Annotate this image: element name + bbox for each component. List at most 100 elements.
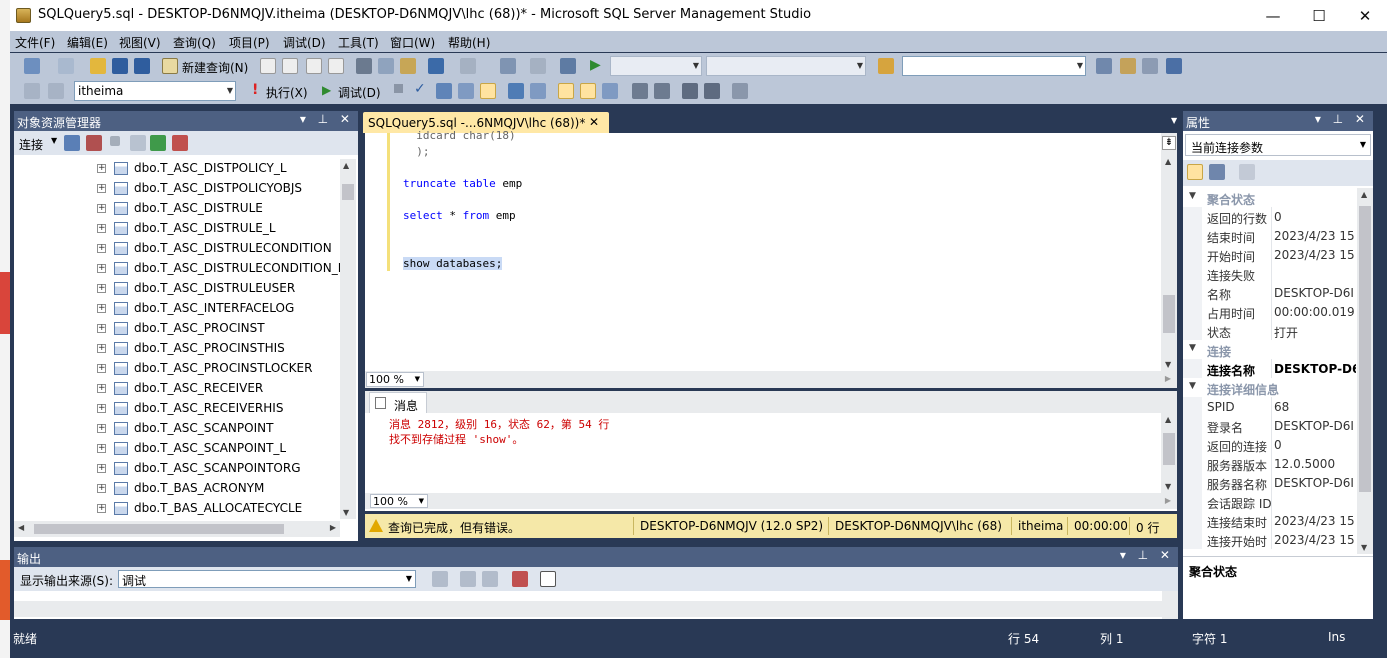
database-select[interactable]: itheima ▼	[74, 81, 236, 101]
expand-icon[interactable]: +	[97, 244, 106, 253]
solution-platform-select[interactable]: ▼	[706, 56, 866, 76]
debug-icon[interactable]: ▶	[322, 83, 331, 97]
chevron-down-icon[interactable]: ▼	[51, 136, 57, 145]
tree-node-table[interactable]: + dbo.T_ASC_DISTRULECONDITION	[14, 239, 340, 259]
property-row[interactable]: 返回的行数 0	[1183, 207, 1357, 226]
messages-scroll-thumb[interactable]	[1163, 433, 1175, 465]
debug-button[interactable]: 调试(D)	[338, 84, 381, 101]
tree-node-table[interactable]: + dbo.T_ASC_DISTRULECONDITION_L	[14, 259, 340, 279]
property-row[interactable]: 占用时间 00:00:00.019	[1183, 302, 1357, 321]
include-plan-icon[interactable]	[508, 83, 524, 99]
stop-icon[interactable]	[110, 136, 120, 146]
tree-node-table[interactable]: + dbo.T_ASC_SCANPOINT	[14, 419, 340, 439]
scroll-down-icon[interactable]: ▼	[343, 508, 349, 517]
expand-icon[interactable]: +	[97, 204, 106, 213]
property-category[interactable]: ▼ 连接	[1183, 340, 1357, 359]
parse-icon[interactable]: ✓	[414, 81, 426, 97]
disconnect-icon[interactable]	[86, 135, 102, 151]
tree-node-table[interactable]: + dbo.T_ASC_SCANPOINTORG	[14, 459, 340, 479]
property-category[interactable]: ▼ 连接详细信息	[1183, 378, 1357, 397]
property-row[interactable]: 开始时间 2023/4/23 15	[1183, 245, 1357, 264]
property-row[interactable]: 服务器版本 12.0.5000	[1183, 454, 1357, 473]
scroll-right-icon[interactable]: ▶	[1165, 496, 1171, 505]
expand-icon[interactable]: +	[97, 184, 106, 193]
property-row[interactable]: 状态 打开	[1183, 321, 1357, 340]
results-to-grid-icon[interactable]	[558, 83, 574, 99]
tree-node-table[interactable]: + dbo.T_ASC_DISTRULEUSER	[14, 279, 340, 299]
expand-icon[interactable]: +	[97, 284, 106, 293]
chevron-down-icon[interactable]: ▼	[1360, 140, 1366, 149]
menu-debug[interactable]: 调试(D)	[283, 34, 326, 51]
query-designer-icon[interactable]	[458, 83, 474, 99]
increase-indent-icon[interactable]	[704, 83, 720, 99]
expand-icon[interactable]: +	[97, 424, 106, 433]
tree-vscrollbar[interactable]: ▲ ▼	[340, 159, 356, 519]
messages-tab[interactable]: 消息	[369, 392, 427, 413]
expand-icon[interactable]: +	[97, 344, 106, 353]
collapse-icon[interactable]: ▼	[1189, 191, 1196, 201]
tree-node-table[interactable]: + dbo.T_ASC_DISTRULE	[14, 199, 340, 219]
expand-icon[interactable]: +	[97, 444, 106, 453]
alphabetical-icon[interactable]	[1209, 164, 1225, 180]
clear-all-icon[interactable]	[512, 571, 528, 587]
uncomment-icon[interactable]	[654, 83, 670, 99]
analysis-query-icon[interactable]	[282, 58, 298, 74]
scroll-down-icon[interactable]: ▼	[1361, 543, 1367, 552]
expand-icon[interactable]: +	[97, 484, 106, 493]
navigate-forward-icon[interactable]	[530, 58, 546, 74]
tree-node-table[interactable]: + dbo.T_ASC_DISTPOLICYOBJS	[14, 179, 340, 199]
expand-icon[interactable]: +	[97, 384, 106, 393]
menu-file[interactable]: 文件(F)	[15, 34, 55, 51]
editor-vscrollbar[interactable]: ⇟ ▲ ▼	[1161, 133, 1177, 371]
cancel-query-icon[interactable]	[394, 84, 403, 93]
chevron-down-icon[interactable]: ▼	[406, 574, 412, 583]
find-input[interactable]: ▼	[902, 56, 1086, 76]
expand-icon[interactable]: +	[97, 364, 106, 373]
properties-vscrollbar[interactable]: ▲ ▼	[1357, 188, 1373, 554]
expand-icon[interactable]: +	[97, 404, 106, 413]
undo-icon[interactable]	[428, 58, 444, 74]
tree-node-table[interactable]: + dbo.T_ASC_RECEIVERHIS	[14, 399, 340, 419]
tree-node-table[interactable]: + dbo.T_ASC_PROCINSTLOCKER	[14, 359, 340, 379]
editor-zoom-select[interactable]: 100 % ▼	[366, 372, 424, 387]
add-item-icon[interactable]	[58, 58, 74, 74]
registered-servers-icon[interactable]	[1096, 58, 1112, 74]
connect-icon[interactable]	[24, 83, 40, 99]
results-to-file-icon[interactable]	[580, 83, 596, 99]
property-category[interactable]: ▼ 聚合状态	[1183, 188, 1357, 207]
scroll-right-icon[interactable]: ▶	[330, 523, 336, 532]
panel-pin-close[interactable]: ▾ ⊥ ✕	[1315, 112, 1369, 126]
find-message-icon[interactable]	[432, 571, 448, 587]
split-icon[interactable]: ⇟	[1162, 136, 1176, 150]
mdx-query-icon[interactable]	[306, 58, 322, 74]
cut-icon[interactable]	[356, 58, 372, 74]
next-message-icon[interactable]	[482, 571, 498, 587]
property-row[interactable]: 会话跟踪 ID	[1183, 492, 1357, 511]
toolbox-icon[interactable]	[1166, 58, 1182, 74]
redo-icon[interactable]	[460, 58, 476, 74]
open-file-icon[interactable]	[90, 58, 106, 74]
client-stats-icon[interactable]	[530, 83, 546, 99]
expand-icon[interactable]: +	[97, 224, 106, 233]
new-query-button[interactable]: 新建查询(N)	[182, 59, 248, 76]
save-all-icon[interactable]	[134, 58, 150, 74]
scroll-up-icon[interactable]: ▲	[1165, 157, 1171, 166]
output-source-select[interactable]: 调试 ▼	[118, 570, 416, 588]
property-pages-icon[interactable]	[1239, 164, 1255, 180]
change-connection-icon[interactable]	[48, 83, 64, 99]
property-row[interactable]: 返回的连接 0	[1183, 435, 1357, 454]
connect-server-icon[interactable]	[64, 135, 80, 151]
minimize-button[interactable]: —	[1250, 0, 1296, 31]
expand-icon[interactable]: +	[97, 464, 106, 473]
execute-icon[interactable]: !	[252, 82, 258, 98]
properties-scroll-thumb[interactable]	[1359, 206, 1371, 492]
prev-message-icon[interactable]	[460, 571, 476, 587]
tab-list-icon[interactable]: ▼	[1171, 116, 1177, 125]
scroll-down-icon[interactable]: ▼	[1165, 482, 1171, 491]
property-row[interactable]: SPID 68	[1183, 397, 1357, 416]
tree-node-table[interactable]: + dbo.T_BAS_ACRONYM	[14, 479, 340, 499]
scroll-right-icon[interactable]: ▶	[1165, 374, 1171, 383]
xmla-query-icon[interactable]	[328, 58, 344, 74]
filter-icon[interactable]	[130, 135, 146, 151]
navigate-back-icon[interactable]	[500, 58, 516, 74]
